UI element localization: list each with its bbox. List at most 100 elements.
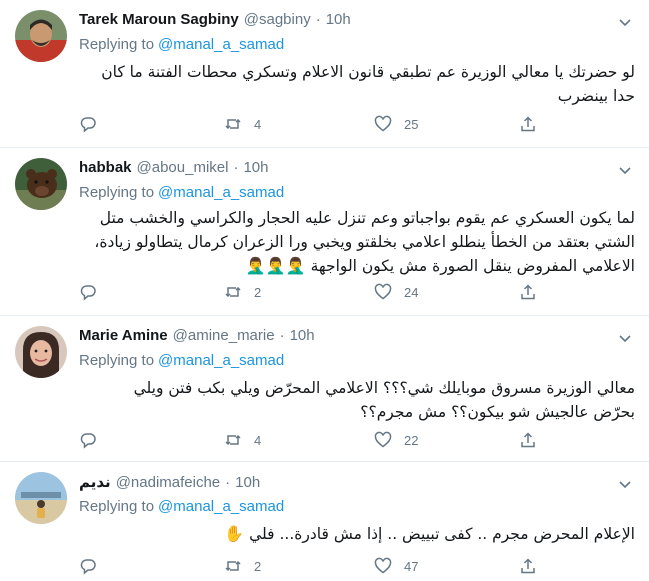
- tweet-text-line: الاعلامي المفروض ينقل الصورة مش يكون الو…: [79, 254, 635, 278]
- retweet-icon: [224, 557, 242, 575]
- mention-link[interactable]: @manal_a_samad: [158, 184, 284, 201]
- retweet-count: 4: [254, 432, 262, 448]
- reply-icon: [79, 283, 97, 301]
- heart-icon: [374, 115, 392, 133]
- like-button[interactable]: 47: [374, 556, 418, 576]
- retweet-button[interactable]: 2: [224, 282, 261, 302]
- raised-hand-emoji: ✋: [224, 524, 245, 543]
- avatar[interactable]: [15, 472, 67, 524]
- like-button[interactable]: 24: [374, 282, 418, 302]
- share-icon: [519, 431, 537, 449]
- mention-link[interactable]: @manal_a_samad: [158, 498, 284, 515]
- replying-to: Replying to @manal_a_samad: [79, 352, 284, 369]
- tweet-text-line: الإعلام المحرض مجرم .. كفى تبييض .. إذا …: [79, 522, 635, 546]
- replying-to-label: Replying to: [79, 352, 155, 369]
- like-count: 24: [404, 284, 419, 300]
- like-count: 22: [404, 432, 419, 448]
- retweet-icon: [224, 283, 242, 301]
- tweet-text-line: الشتي بعتقد من الخطأ ينطلو اعلامي بخلقتو…: [94, 233, 635, 251]
- tweet-text: لو حضرتك يا معالي الوزيرة عم تطبقي قانون…: [79, 60, 635, 108]
- avatar[interactable]: [15, 326, 67, 378]
- share-button[interactable]: [519, 430, 537, 450]
- chevron-down-icon[interactable]: [617, 476, 633, 492]
- tweet[interactable]: Marie Amine @amine_marie · 10h Replying …: [0, 316, 649, 462]
- reply-button[interactable]: [79, 114, 97, 134]
- tweet-text-line: لو حضرتك يا معالي الوزيرة عم تطبقي قانون…: [101, 63, 635, 81]
- chevron-down-icon[interactable]: [617, 14, 633, 30]
- heart-icon: [374, 557, 392, 575]
- tweet-header: Tarek Maroun Sagbiny @sagbiny · 10h: [79, 11, 351, 33]
- tweet-header: Marie Amine @amine_marie · 10h: [79, 327, 315, 349]
- display-name[interactable]: Tarek Maroun Sagbiny: [79, 11, 239, 28]
- separator-dot: ·: [279, 327, 285, 344]
- retweet-button[interactable]: 4: [224, 114, 261, 134]
- reply-button[interactable]: [79, 282, 97, 302]
- retweet-count: 4: [254, 116, 262, 132]
- retweet-button[interactable]: 2: [224, 556, 261, 576]
- timestamp[interactable]: 10h: [243, 159, 268, 176]
- like-button[interactable]: 25: [374, 114, 418, 134]
- replying-to-label: Replying to: [79, 498, 155, 515]
- display-name[interactable]: Marie Amine: [79, 327, 168, 344]
- reply-icon: [79, 115, 97, 133]
- retweet-icon: [224, 115, 242, 133]
- tweet-text-line: لما يكون العسكري عم يقوم بواجباتو وعم تن…: [99, 209, 635, 227]
- tweet[interactable]: نديم @nadimafeiche · 10h Replying to @man…: [0, 462, 649, 581]
- action-bar: 4 25: [79, 114, 549, 134]
- tweet-text: الإعلام المحرض مجرم .. كفى تبييض .. إذا …: [79, 522, 635, 546]
- share-button[interactable]: [519, 114, 537, 134]
- retweet-count: 2: [254, 284, 262, 300]
- timestamp[interactable]: 10h: [290, 327, 315, 344]
- tweet-text: معالي الوزيرة مسروق موبايلك شي؟؟؟ الاعلا…: [79, 376, 635, 424]
- action-bar: 4 22: [79, 430, 549, 450]
- share-button[interactable]: [519, 282, 537, 302]
- reply-feed: Tarek Maroun Sagbiny @sagbiny · 10h Repl…: [0, 0, 649, 581]
- display-name[interactable]: نديم: [79, 473, 111, 491]
- tweet-text-fragment: الاعلامي المفروض ينقل الصورة مش يكون الو…: [310, 257, 635, 275]
- action-bar: 2 47: [79, 556, 549, 576]
- reply-icon: [79, 431, 97, 449]
- replying-to-label: Replying to: [79, 36, 155, 53]
- mention-link[interactable]: @manal_a_samad: [158, 352, 284, 369]
- tweet[interactable]: habbak @abou_mikel · 10h Replying to @man…: [0, 148, 649, 316]
- like-count: 25: [404, 116, 419, 132]
- replying-to: Replying to @manal_a_samad: [79, 498, 284, 515]
- user-handle[interactable]: @nadimafeiche: [116, 474, 220, 491]
- replying-to: Replying to @manal_a_samad: [79, 36, 284, 53]
- share-button[interactable]: [519, 556, 537, 576]
- separator-dot: ·: [225, 474, 231, 491]
- share-icon: [519, 557, 537, 575]
- timestamp[interactable]: 10h: [235, 474, 260, 491]
- action-bar: 2 24: [79, 282, 549, 302]
- chevron-down-icon[interactable]: [617, 330, 633, 346]
- tweet-header: نديم @nadimafeiche · 10h: [79, 473, 260, 495]
- user-handle[interactable]: @abou_mikel: [137, 159, 229, 176]
- user-handle[interactable]: @amine_marie: [173, 327, 275, 344]
- share-icon: [519, 115, 537, 133]
- avatar[interactable]: [15, 10, 67, 62]
- tweet-text-line: حدا بينضرب: [557, 87, 635, 105]
- tweet-text-line: معالي الوزيرة مسروق موبايلك شي؟؟؟ الاعلا…: [133, 379, 635, 397]
- tweet-text: لما يكون العسكري عم يقوم بواجباتو وعم تن…: [79, 206, 635, 278]
- mention-link[interactable]: @manal_a_samad: [158, 36, 284, 53]
- heart-icon: [374, 283, 392, 301]
- display-name[interactable]: habbak: [79, 159, 132, 176]
- heart-icon: [374, 431, 392, 449]
- replying-to-label: Replying to: [79, 184, 155, 201]
- tweet[interactable]: Tarek Maroun Sagbiny @sagbiny · 10h Repl…: [0, 0, 649, 148]
- replying-to: Replying to @manal_a_samad: [79, 184, 284, 201]
- reply-button[interactable]: [79, 430, 97, 450]
- like-button[interactable]: 22: [374, 430, 418, 450]
- facepalm-emoji: 🤦‍♂️🤦‍♂️🤦‍♂️: [245, 256, 306, 275]
- separator-dot: ·: [315, 11, 321, 28]
- user-handle[interactable]: @sagbiny: [244, 11, 311, 28]
- retweet-button[interactable]: 4: [224, 430, 261, 450]
- tweet-text-fragment: الإعلام المحرض مجرم .. كفى تبييض .. إذا …: [249, 525, 635, 543]
- share-icon: [519, 283, 537, 301]
- timestamp[interactable]: 10h: [326, 11, 351, 28]
- separator-dot: ·: [233, 159, 239, 176]
- avatar[interactable]: [15, 158, 67, 210]
- retweet-count: 2: [254, 558, 262, 574]
- chevron-down-icon[interactable]: [617, 162, 633, 178]
- reply-button[interactable]: [79, 556, 97, 576]
